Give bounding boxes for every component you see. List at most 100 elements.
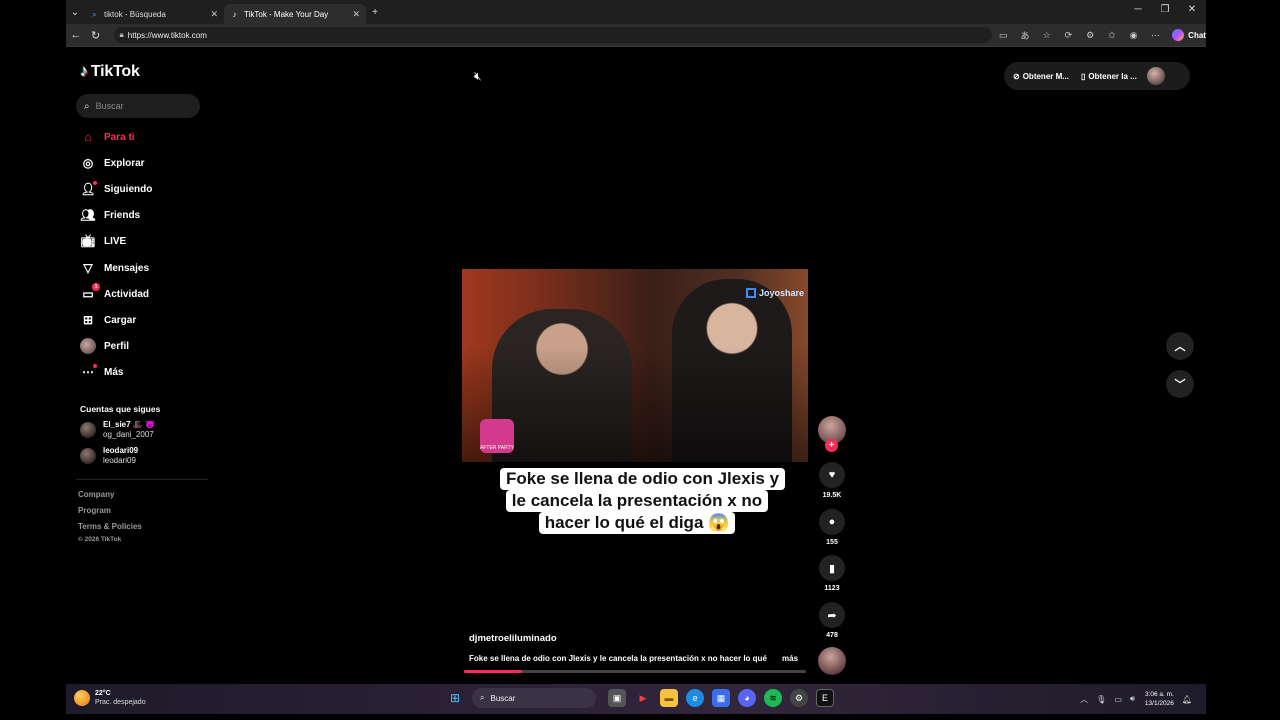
video-author[interactable]: djmetroeliluminado [469, 633, 557, 644]
get-app-button[interactable]: ▯ Obtener la ... [1081, 72, 1137, 81]
sidebar-item-label: Mensajes [104, 262, 150, 274]
previous-video-button[interactable]: ︿ [1166, 332, 1194, 360]
sidebar-item-live[interactable]: 📺︎ LIVE [80, 231, 126, 251]
tiktok-icon: ♪ [232, 9, 237, 19]
caption-line: Foke se llena de odio con Jlexis y [500, 468, 786, 490]
copilot-icon [1172, 29, 1185, 41]
sidebar-item-label: Siguiendo [104, 183, 153, 195]
sidebar-item-mas[interactable]: ⋯ Más [80, 362, 123, 382]
windows-start-icon[interactable]: ⊞ [446, 689, 464, 707]
comment-button[interactable]: ● 155 [818, 509, 846, 546]
restore-icon[interactable]: ❐ [1155, 4, 1175, 15]
share-count: 478 [826, 632, 838, 639]
back-icon[interactable]: ← [66, 29, 86, 41]
address-bar[interactable]: 🔒︎ https://www.tiktok.com [113, 27, 993, 43]
sidebar-item-perfil[interactable]: Perfil [80, 336, 129, 356]
sidebar-item-explorar[interactable]: ◎ Explorar [80, 153, 145, 173]
video-player[interactable]: AFTER PARTY Joyoshare [462, 269, 808, 462]
next-video-button[interactable]: ﹀ [1166, 370, 1194, 398]
more-description-link[interactable]: más [782, 654, 798, 663]
following-icon: 👤︎ [80, 181, 97, 196]
favorite-star-icon[interactable]: ☆ [1036, 30, 1058, 41]
favorites-icon[interactable]: ✩ [1101, 30, 1123, 41]
video-progress-bar[interactable] [464, 670, 806, 673]
more-options-icon[interactable]: ⋯ [1144, 30, 1166, 41]
close-window-icon[interactable]: ✕ [1182, 4, 1202, 15]
save-button[interactable]: ▮ 1123 [818, 555, 846, 592]
profile-icon[interactable]: ◉ [1123, 30, 1145, 41]
chat-label: Chat [1188, 30, 1206, 40]
sidebar-item-siguiendo[interactable]: 👤︎ Siguiendo [80, 179, 152, 199]
share-button[interactable]: ➦ 478 [818, 602, 846, 639]
browser-tab-tiktok[interactable]: ♪ TikTok - Make Your Day ✕ [224, 4, 366, 24]
bookmark-icon: ▮ [819, 555, 845, 581]
sidebar-item-cargar[interactable]: ⊞ Cargar [80, 310, 136, 330]
browser-tab-search[interactable]: ⌕ tiktok - Búsqueda ✕ [84, 4, 224, 24]
notification-bell-icon[interactable]: 🔔︎ [1182, 695, 1192, 704]
account-handle: leodari09 [103, 456, 136, 465]
terms-link[interactable]: Terms & Policies [78, 522, 142, 531]
translate-icon[interactable]: あ [1014, 29, 1036, 42]
get-coins-button[interactable]: ⊘ Obtener M... [1013, 72, 1069, 81]
volume-icon[interactable]: 🔊︎ [1130, 694, 1135, 704]
sidebar-item-label: Cargar [104, 314, 137, 326]
close-tab-icon[interactable]: ✕ [352, 9, 360, 20]
sidebar-item-actividad[interactable]: ▭ 1 Actividad [80, 283, 150, 304]
new-tab-icon[interactable]: + [366, 3, 384, 21]
following-account[interactable]: leodari09 leodari09 [80, 446, 138, 466]
sidebar-item-label: Explorar [104, 157, 145, 169]
video-caption-overlay: Foke se llena de odio con Jlexis y le ca… [500, 468, 786, 556]
video-description: Foke se llena de odio con Jlexis y le ca… [469, 654, 767, 663]
split-screen-icon[interactable]: ▭ [992, 30, 1014, 41]
watermark-text: Joyoshare [759, 288, 805, 298]
tiktok-note-icon: ♪ [80, 63, 88, 80]
tiktok-logo[interactable]: ♪ TikTok [80, 63, 140, 81]
refresh-extension-icon[interactable]: ⟳ [1058, 30, 1080, 41]
sidebar-item-mensajes[interactable]: ▽ Mensajes [80, 258, 149, 278]
messages-icon: ▽ [83, 261, 93, 275]
microphone-icon[interactable]: 🎙︎ [1096, 695, 1106, 704]
user-avatar[interactable] [1146, 67, 1165, 85]
sidebar-item-friends[interactable]: 👥︎ Friends [80, 205, 140, 225]
home-icon: ⌂ [84, 130, 92, 144]
refresh-icon[interactable]: ↻ [86, 29, 106, 42]
epic-games-icon[interactable]: E [816, 689, 834, 707]
clock[interactable]: 3:06 a. m. 13/1/2026 [1145, 690, 1174, 708]
like-button[interactable]: ♥ 19.5K [818, 462, 846, 499]
music-disc[interactable] [818, 647, 846, 675]
tab-title: TikTok - Make Your Day [244, 9, 329, 19]
mute-icon[interactable]: 🔇︎ [474, 69, 482, 84]
sidebar-divider [76, 479, 208, 480]
caption-line: hacer lo qué el diga 😱 [538, 512, 736, 534]
task-view-icon[interactable]: ▣ [608, 689, 626, 707]
discord-icon[interactable]: ◕ [738, 689, 756, 707]
taskbar-search[interactable]: ⌕ Buscar [472, 688, 596, 708]
monitor-icon[interactable]: ▭ [1114, 695, 1122, 704]
search-input[interactable]: ⌕ Buscar [76, 94, 200, 118]
account-handle: og_dani_2007 [103, 430, 154, 439]
sidebar-item-label: Actividad [104, 288, 150, 300]
like-count: 19.5K [822, 492, 842, 499]
settings-icon[interactable]: ⚙ [790, 689, 808, 707]
youtube-icon[interactable]: ▶ [634, 689, 652, 707]
minimize-icon[interactable]: ─ [1128, 4, 1148, 15]
sidebar-item-para-ti[interactable]: ⌂ Para ti [80, 127, 134, 147]
weather-widget[interactable]: 22°C Prac. despejado [74, 689, 146, 707]
close-tab-icon[interactable]: ✕ [210, 9, 218, 20]
video-progress-fill [464, 670, 523, 673]
edge-icon[interactable]: e [686, 689, 704, 707]
copilot-chat-button[interactable]: Chat [1172, 29, 1206, 41]
lock-icon: 🔒︎ [119, 30, 124, 39]
tab-title: tiktok - Búsqueda [104, 9, 166, 19]
file-explorer-icon[interactable]: ▬ [660, 689, 678, 707]
tab-list-icon[interactable]: ⌄ [66, 3, 84, 21]
comment-count: 155 [826, 539, 838, 546]
spotify-icon[interactable]: ≋ [764, 689, 782, 707]
follow-plus-icon[interactable]: + [825, 439, 838, 452]
company-link[interactable]: Company [78, 490, 114, 499]
following-account[interactable]: El_sie7 🎩 😈 og_dani_2007 [80, 420, 155, 440]
program-link[interactable]: Program [78, 506, 111, 515]
store-icon[interactable]: ▦ [712, 689, 730, 707]
extensions-icon[interactable]: ⚙ [1079, 30, 1101, 41]
chevron-up-icon[interactable]: ︿ [1080, 694, 1088, 705]
